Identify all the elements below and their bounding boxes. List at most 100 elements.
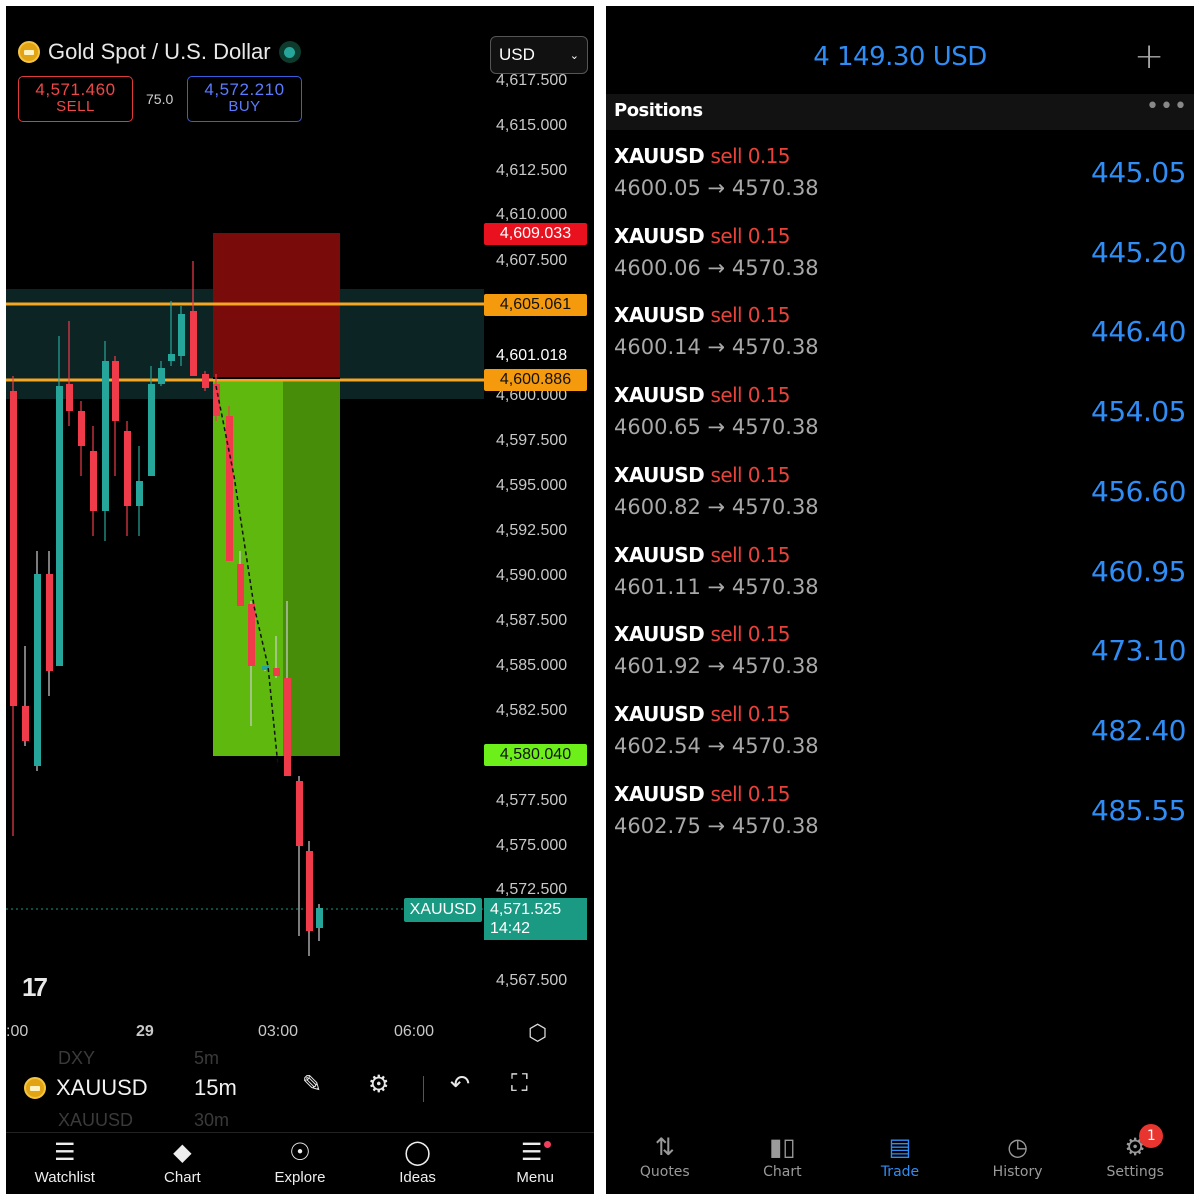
- tab-chart[interactable]: ◆ Chart: [124, 1133, 242, 1194]
- ghost-symbol: XAUUSD: [58, 1110, 134, 1130]
- symbol-picker[interactable]: XAUUSD: [24, 1075, 148, 1101]
- position-symbol: XAUUSD sell 0.15: [614, 303, 790, 327]
- position-row[interactable]: XAUUSD sell 0.15 4600.05 → 4570.38 445.05: [606, 140, 1194, 220]
- tab-ideas[interactable]: ◯ Ideas: [359, 1133, 477, 1194]
- more-icon[interactable]: •••: [1146, 94, 1188, 119]
- candle-body: [148, 384, 155, 476]
- position-symbol: XAUUSD sell 0.15: [614, 622, 790, 646]
- position-profit: 473.10: [1091, 634, 1186, 668]
- position-side: sell 0.15: [710, 223, 791, 248]
- chart-app-panel: Gold Spot / U.S. Dollar USD ⌄ 4,571.460 …: [6, 6, 594, 1194]
- fullscreen-icon[interactable]: ⛶: [511, 1070, 528, 1098]
- tradingview-logo[interactable]: 17: [22, 972, 48, 1003]
- candle-body: [102, 361, 109, 511]
- x-tick: 29: [136, 1023, 154, 1040]
- y-tick: 4,575.000: [496, 837, 568, 854]
- position-row[interactable]: XAUUSD sell 0.15 4601.92 → 4570.38 473.10: [606, 618, 1194, 698]
- candle-body: [124, 431, 131, 506]
- y-tick: 4,615.000: [496, 117, 568, 134]
- bar-countdown: 14:42: [490, 920, 531, 937]
- open-price: 4600.14: [614, 335, 701, 360]
- y-tick: 4,612.500: [496, 162, 568, 179]
- interval-picker[interactable]: 15m: [194, 1075, 237, 1101]
- tab-chart[interactable]: ▮▯ Chart: [724, 1126, 842, 1194]
- position-symbol: XAUUSD sell 0.15: [614, 144, 790, 168]
- tab-history[interactable]: ◷ History: [959, 1126, 1077, 1194]
- position-row[interactable]: XAUUSD sell 0.15 4600.65 → 4570.38 454.05: [606, 379, 1194, 459]
- current-price: 4570.38: [731, 574, 819, 599]
- ghost-interval: 5m: [194, 1048, 220, 1068]
- position-symbol-text: XAUUSD: [614, 383, 705, 408]
- resistance-badge: 4,605.061: [484, 294, 587, 316]
- position-side: sell 0.15: [710, 781, 791, 806]
- tab-watchlist[interactable]: ☰ Watchlist: [6, 1133, 124, 1194]
- entry-price-label: 4,601.018: [496, 347, 568, 364]
- position-row[interactable]: XAUUSD sell 0.15 4600.06 → 4570.38 445.20: [606, 220, 1194, 300]
- y-tick: 4,595.000: [496, 477, 568, 494]
- position-profit: 460.95: [1091, 554, 1186, 588]
- candle-body: [10, 391, 17, 706]
- position-prices: 4600.65 → 4570.38: [614, 415, 819, 439]
- tab-label: Watchlist: [34, 1169, 95, 1186]
- indicators-icon[interactable]: ⚙: [368, 1070, 390, 1099]
- position-symbol-text: XAUUSD: [614, 542, 705, 567]
- position-side: sell 0.15: [710, 542, 791, 567]
- candle-body: [78, 411, 85, 446]
- x-tick: :00: [6, 1023, 29, 1040]
- tab-explore[interactable]: ☉ Explore: [241, 1133, 359, 1194]
- lightbulb-icon: ◯: [404, 1139, 431, 1166]
- y-tick: 4,572.500: [496, 881, 568, 898]
- candles-icon: ▮▯: [769, 1133, 796, 1161]
- open-price: 4600.06: [614, 255, 701, 280]
- open-price: 4601.11: [614, 574, 701, 599]
- open-price: 4600.82: [614, 494, 701, 519]
- trade-chart-icon: ▤: [888, 1133, 912, 1161]
- position-symbol: XAUUSD sell 0.15: [614, 383, 790, 407]
- position-row[interactable]: XAUUSD sell 0.15 4602.54 → 4570.38 482.40: [606, 698, 1194, 778]
- open-price: 4602.54: [614, 733, 701, 758]
- y-tick: 4,597.500: [496, 432, 568, 449]
- position-profit: 445.20: [1091, 235, 1186, 269]
- arrow-right-icon: →: [707, 733, 726, 758]
- position-row[interactable]: XAUUSD sell 0.15 4600.82 → 4570.38 456.60: [606, 459, 1194, 539]
- candle-body: [46, 574, 53, 671]
- position-row[interactable]: XAUUSD sell 0.15 4602.75 → 4570.38 485.55: [606, 778, 1194, 858]
- position-side: sell 0.15: [710, 622, 791, 647]
- tab-quotes[interactable]: ⇅ Quotes: [606, 1126, 724, 1194]
- position-row[interactable]: XAUUSD sell 0.15 4600.14 → 4570.38 446.40: [606, 299, 1194, 379]
- x-tick: 03:00: [258, 1023, 299, 1040]
- y-tick: 4,617.500: [496, 72, 568, 89]
- position-symbol: XAUUSD sell 0.15: [614, 224, 790, 248]
- compass-icon: ☉: [289, 1139, 311, 1166]
- ghost-symbol: DXY: [58, 1048, 96, 1068]
- position-prices: 4600.14 → 4570.38: [614, 335, 819, 359]
- position-symbol-text: XAUUSD: [614, 223, 705, 248]
- tab-settings[interactable]: ⚙ Settings 1: [1076, 1124, 1194, 1194]
- position-prices: 4601.92 → 4570.38: [614, 654, 819, 678]
- arrow-right-icon: →: [707, 574, 726, 599]
- candle-body: [22, 706, 29, 741]
- position-side: sell 0.15: [710, 462, 791, 487]
- tab-trade[interactable]: ▤ Trade: [841, 1126, 959, 1194]
- tab-label: Chart: [763, 1164, 802, 1180]
- arrow-right-icon: →: [707, 654, 726, 679]
- tab-label: Ideas: [399, 1169, 436, 1186]
- undo-icon[interactable]: ↶: [450, 1070, 470, 1099]
- current-price: 4570.38: [731, 255, 819, 280]
- tab-menu[interactable]: ☰ Menu: [476, 1133, 594, 1194]
- position-symbol: XAUUSD sell 0.15: [614, 702, 790, 726]
- position-symbol: XAUUSD sell 0.15: [614, 543, 790, 567]
- support-badge: 4,600.886: [484, 369, 587, 391]
- new-order-button[interactable]: +: [1134, 36, 1164, 77]
- history-icon: ◷: [1007, 1133, 1029, 1161]
- y-tick: 4,592.500: [496, 522, 568, 539]
- current-price-badge: 4,571.525 14:42: [484, 898, 587, 940]
- chart-settings-icon[interactable]: ⬡: [528, 1020, 547, 1046]
- position-prices: 4600.82 → 4570.38: [614, 495, 819, 519]
- toolbar-symbol: XAUUSD: [56, 1075, 148, 1100]
- position-profit: 485.55: [1091, 793, 1186, 827]
- draw-icon[interactable]: ✎: [302, 1070, 322, 1099]
- chart-icon: ◆: [173, 1139, 192, 1166]
- candlestick-chart[interactable]: [6, 6, 594, 1016]
- position-row[interactable]: XAUUSD sell 0.15 4601.11 → 4570.38 460.95: [606, 539, 1194, 619]
